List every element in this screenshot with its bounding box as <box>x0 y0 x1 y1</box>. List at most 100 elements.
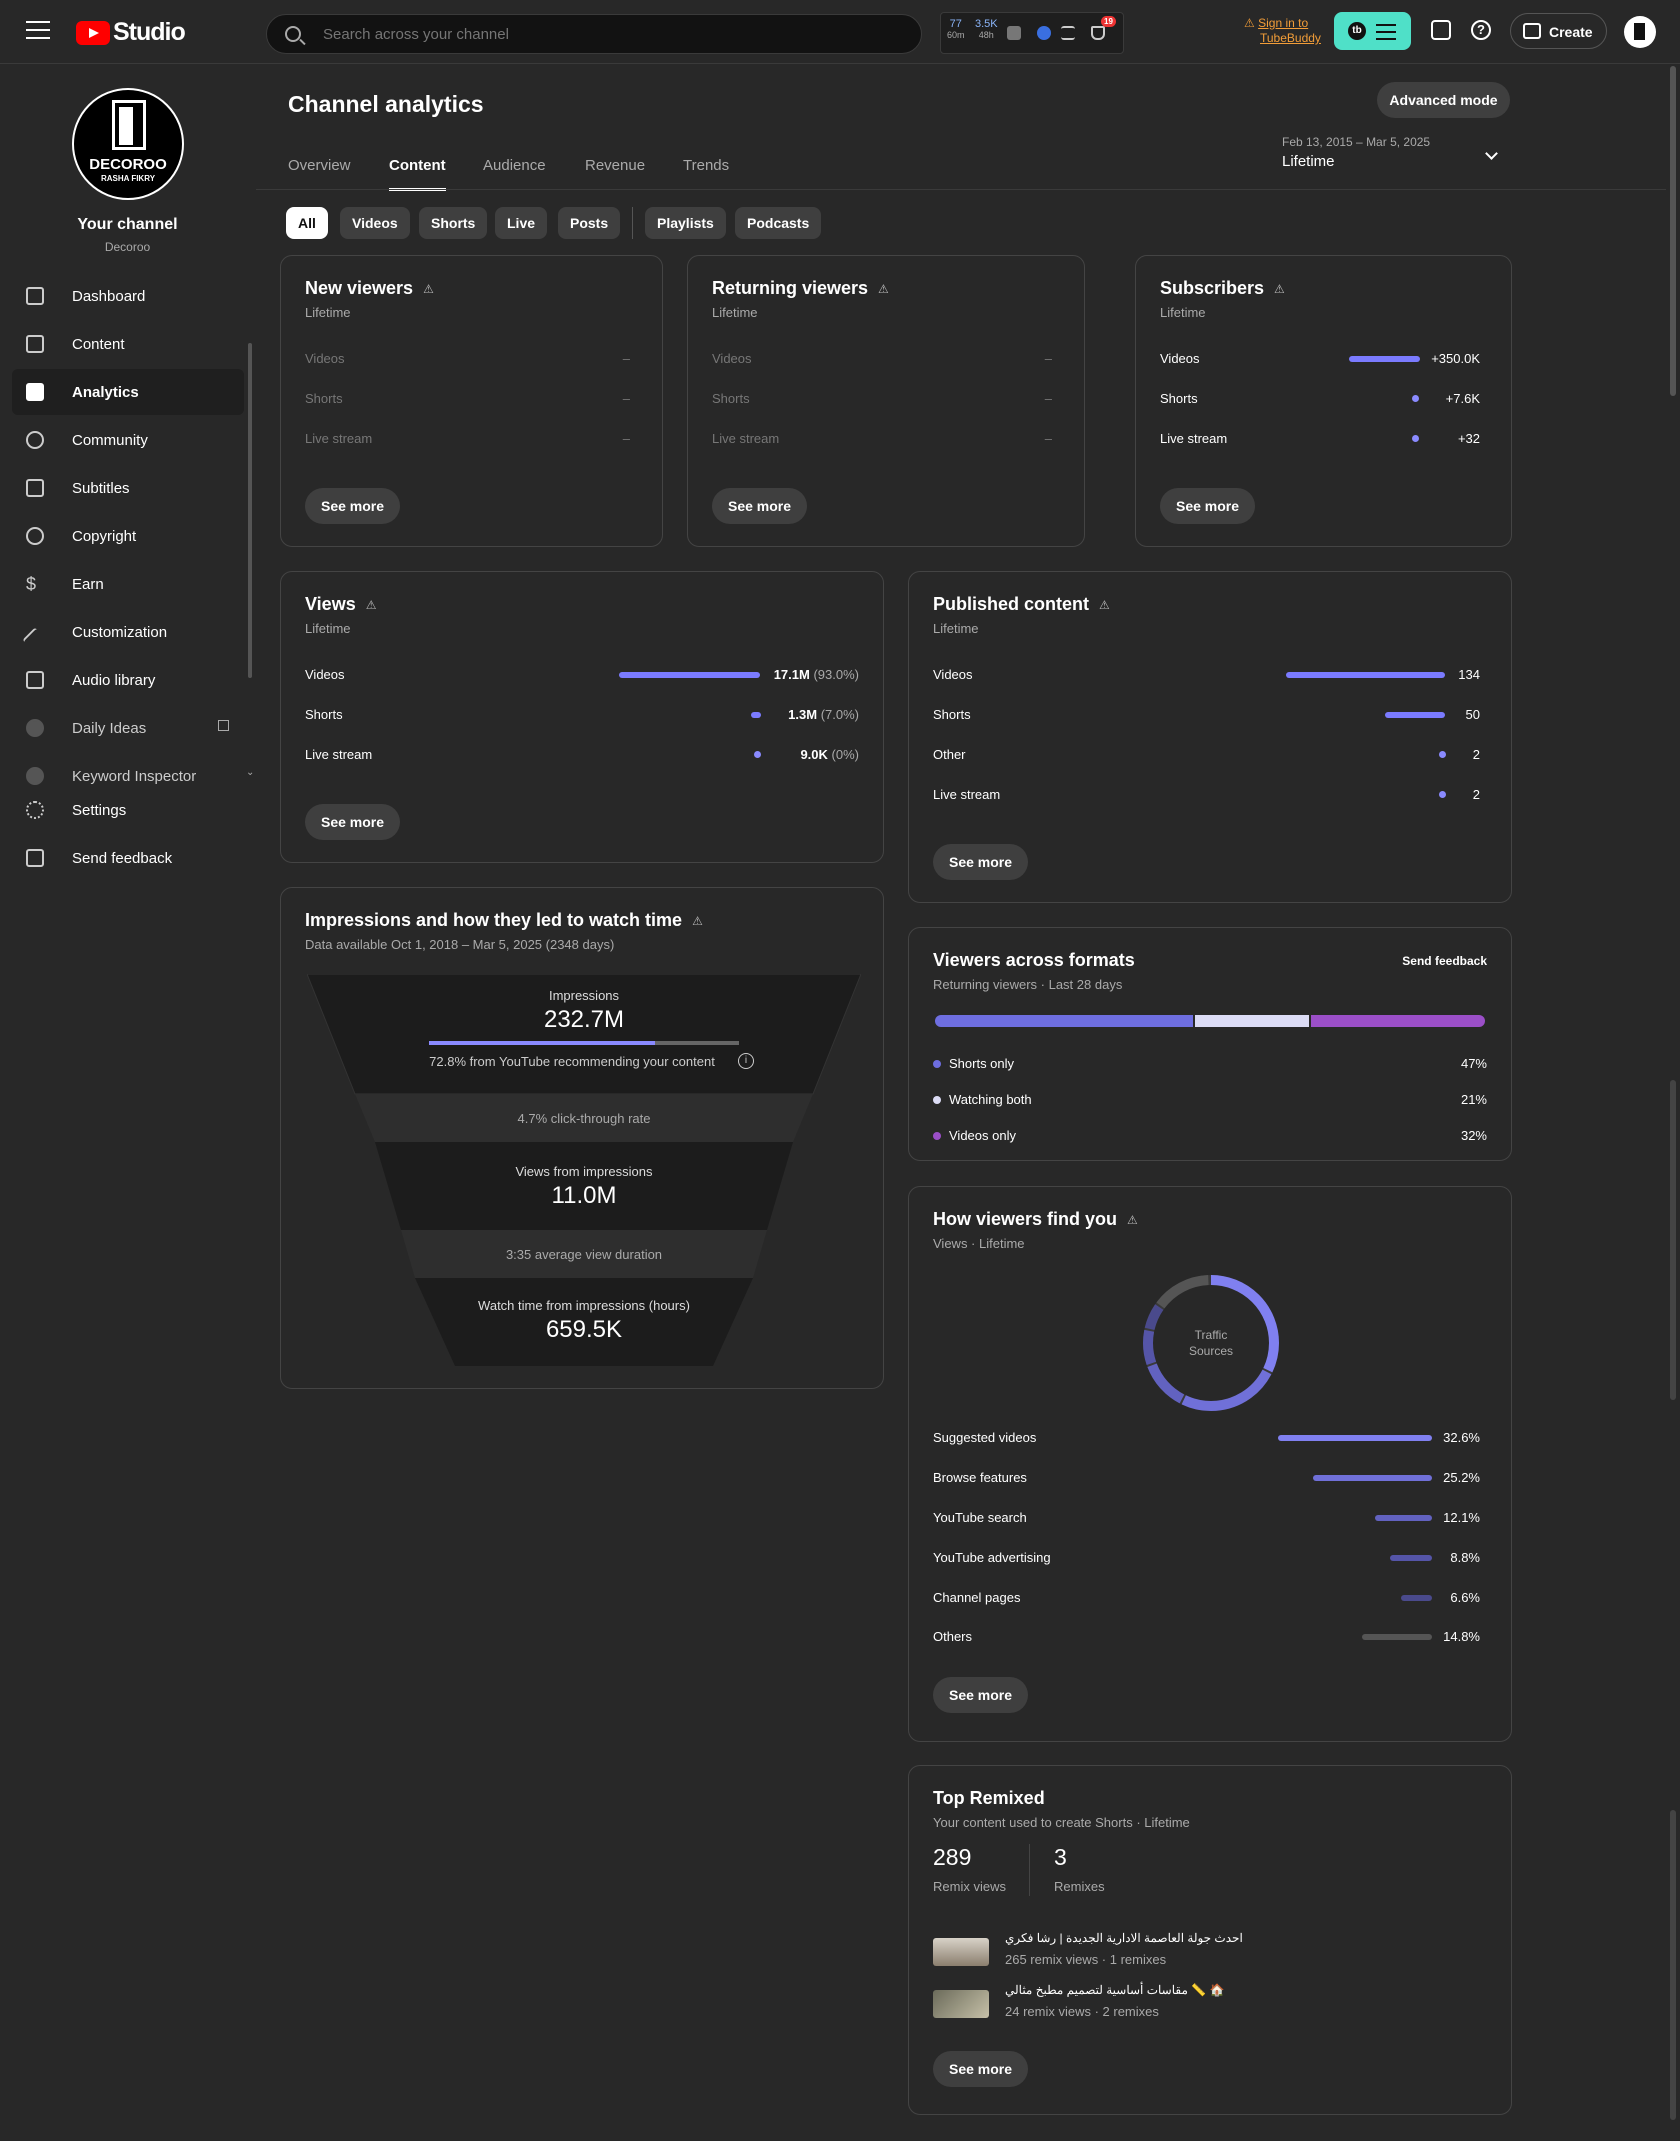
info-icon[interactable]: i <box>738 1053 754 1069</box>
sidebar-item-dashboard[interactable]: Dashboard <box>12 273 244 319</box>
chip-podcasts[interactable]: Podcasts <box>735 207 822 239</box>
search-bar[interactable] <box>266 14 922 54</box>
sidebar-item-copyright[interactable]: Copyright <box>12 513 244 559</box>
tab-revenue[interactable]: Revenue <box>585 157 645 174</box>
warning-icon[interactable]: ⚠ <box>1099 598 1110 612</box>
tab-audience[interactable]: Audience <box>483 157 546 174</box>
chip-all[interactable]: All <box>286 207 328 239</box>
traffic-bar <box>1278 1435 1432 1441</box>
warning-icon[interactable]: ⚠ <box>366 598 377 612</box>
sidebar-item-analytics[interactable]: Analytics <box>12 369 244 415</box>
tb-menu-icon <box>1376 24 1396 45</box>
menu-icon[interactable] <box>26 21 50 41</box>
shorts-only-segment <box>935 1015 1193 1027</box>
sidebar-item-earn[interactable]: $ Earn <box>12 561 244 607</box>
sidebar-scrollbar[interactable] <box>248 343 252 678</box>
top-remixed-card: Top Remixed Your content used to create … <box>908 1765 1512 2115</box>
remixed-video-title[interactable]: مقاسات أساسية لتصميم مطبخ مثالي 📏 🏠 <box>1005 1983 1224 1997</box>
remixed-video-meta: 24 remix views · 2 remixes <box>1005 2004 1159 2019</box>
row-value: 134 <box>1458 667 1480 682</box>
tubebuddy-widget[interactable]: 77 60m 3.5K 48h 19 <box>940 12 1124 54</box>
tab-content[interactable]: Content <box>389 157 446 191</box>
earn-icon: $ <box>26 574 37 594</box>
page-scrollbar-thumb[interactable] <box>1670 1080 1676 1400</box>
chip-live[interactable]: Live <box>495 207 548 239</box>
sidebar: DECOROO RASHA FIKRY Your channel Decoroo… <box>0 65 255 2141</box>
row-value: – <box>622 391 630 406</box>
tubebuddy-signin-link[interactable]: ⚠ Sign in to TubeBuddy <box>1244 16 1321 46</box>
traffic-row-label: Others <box>933 1629 973 1644</box>
card-title: Viewers across formats <box>933 950 1135 970</box>
sidebar-item-daily-ideas[interactable]: Daily Ideas <box>12 705 244 751</box>
sidebar-item-settings[interactable]: Settings <box>12 787 244 833</box>
sidebar-item-community[interactable]: Community <box>12 417 244 463</box>
traffic-value: 25.2% <box>1443 1470 1480 1485</box>
see-more-button[interactable]: See more <box>305 804 401 840</box>
warning-icon[interactable]: ⚠ <box>878 282 889 296</box>
traffic-value: 12.1% <box>1443 1510 1480 1525</box>
see-more-button[interactable]: See more <box>305 488 401 524</box>
chip-videos[interactable]: Videos <box>340 207 410 239</box>
list-icon[interactable] <box>1061 26 1075 40</box>
sidebar-item-audio-library[interactable]: Audio library <box>12 657 244 703</box>
help-icon[interactable]: ? <box>1471 20 1491 40</box>
warning-icon[interactable]: ⚠ <box>1127 1213 1138 1227</box>
card-subtitle: Lifetime <box>305 305 351 320</box>
page-scrollbar-thumb[interactable] <box>1670 1810 1676 2120</box>
video-thumbnail[interactable] <box>933 1990 989 2018</box>
chart-icon[interactable] <box>1007 26 1021 40</box>
legend-label: Videos only <box>949 1128 1016 1143</box>
chip-shorts[interactable]: Shorts <box>419 207 488 239</box>
settings-icon <box>26 801 44 819</box>
views-from-impressions-value: 11.0M <box>551 1182 617 1209</box>
date-range-selector[interactable]: Feb 13, 2015 – Mar 5, 2025 Lifetime <box>1282 135 1508 183</box>
warning-icon[interactable]: ⚠ <box>1274 282 1285 296</box>
sidebar-item-content[interactable]: Content <box>12 321 244 367</box>
tab-overview[interactable]: Overview <box>288 157 351 174</box>
see-more-button[interactable]: See more <box>712 488 808 524</box>
warning-icon[interactable]: ⚠ <box>423 282 434 296</box>
returning-viewers-card: Returning viewers ⚠ Lifetime Videos – Sho… <box>687 255 1085 547</box>
see-more-button[interactable]: See more <box>933 844 1029 880</box>
traffic-value: 14.8% <box>1443 1629 1480 1644</box>
remixed-video-title[interactable]: احدث جولة العاصمة الادارية الجديدة | رشا… <box>1005 1931 1243 1945</box>
row-label: Live stream <box>305 747 373 762</box>
sidebar-item-send-feedback[interactable]: Send feedback <box>12 835 244 881</box>
comment-icon[interactable] <box>1431 20 1451 40</box>
row-label: Videos <box>712 351 752 366</box>
send-feedback-link[interactable]: Send feedback <box>1402 954 1487 968</box>
video-thumbnail[interactable] <box>933 1938 989 1966</box>
watching-both-segment <box>1195 1015 1309 1027</box>
legend-label: Watching both <box>949 1092 1032 1107</box>
search-input[interactable] <box>323 15 903 53</box>
channel-avatar[interactable]: DECOROO RASHA FIKRY <box>72 88 184 200</box>
daily-ideas-icon <box>26 719 44 737</box>
advanced-mode-button[interactable]: Advanced mode <box>1377 82 1510 118</box>
globe-icon[interactable] <box>1037 26 1051 40</box>
sidebar-item-customization[interactable]: Customization <box>12 609 244 655</box>
create-icon <box>1523 23 1541 39</box>
tab-trends[interactable]: Trends <box>683 157 729 174</box>
customization-icon <box>22 627 48 653</box>
see-more-button[interactable]: See more <box>933 1677 1029 1713</box>
account-avatar[interactable] <box>1624 16 1656 48</box>
see-more-button[interactable]: See more <box>1160 488 1256 524</box>
row-label: Videos <box>1160 351 1200 366</box>
tabs-divider <box>256 189 1666 190</box>
chip-playlists[interactable]: Playlists <box>645 207 726 239</box>
page-scrollbar-thumb[interactable] <box>1670 66 1676 396</box>
search-icon[interactable] <box>285 26 301 42</box>
see-more-button[interactable]: See more <box>933 2051 1029 2087</box>
warning-icon[interactable]: ⚠ <box>692 914 703 928</box>
new-viewers-card: New viewers ⚠ Lifetime Videos – Shorts – … <box>280 255 663 547</box>
legend-value: 21% <box>1460 1092 1487 1107</box>
sidebar-item-subtitles[interactable]: Subtitles <box>12 465 244 511</box>
tubebuddy-menu-button[interactable]: tb <box>1334 12 1411 50</box>
row-label: Other <box>933 747 966 762</box>
trophy-icon[interactable] <box>1091 26 1105 40</box>
remixed-video-meta: 265 remix views · 1 remixes <box>1005 1952 1167 1967</box>
chip-posts[interactable]: Posts <box>558 207 621 239</box>
studio-logo[interactable]: Studio <box>76 18 186 47</box>
create-button[interactable]: Create <box>1510 13 1607 49</box>
row-value: 17.1M (93.0%) <box>773 667 859 682</box>
